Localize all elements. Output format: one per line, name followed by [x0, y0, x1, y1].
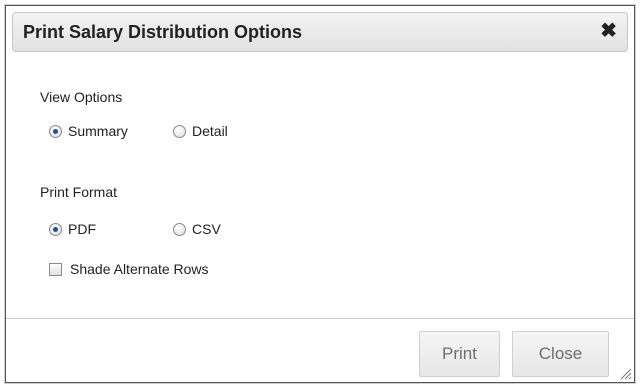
radio-detail-indicator[interactable] — [173, 124, 186, 138]
radio-detail-label: Detail — [192, 123, 228, 139]
close-button[interactable]: Close — [512, 331, 609, 377]
resize-grip-icon[interactable] — [618, 366, 632, 380]
shade-rows-checkbox[interactable]: Shade Alternate Rows — [49, 261, 209, 277]
radio-pdf-indicator[interactable] — [49, 222, 62, 236]
dialog-titlebar: Print Salary Distribution Options ✖ — [12, 12, 628, 52]
radio-pdf-label: PDF — [68, 221, 96, 237]
radio-csv-label: CSV — [192, 221, 221, 237]
radio-pdf[interactable]: PDF — [49, 221, 96, 237]
shade-rows-checkbox-box[interactable] — [49, 262, 62, 276]
radio-summary-label: Summary — [68, 123, 128, 139]
radio-detail[interactable]: Detail — [173, 123, 228, 139]
radio-csv[interactable]: CSV — [173, 221, 221, 237]
radio-csv-indicator[interactable] — [173, 222, 186, 236]
dialog-title: Print Salary Distribution Options — [23, 22, 303, 42]
print-options-dialog: Print Salary Distribution Options ✖ View… — [5, 5, 635, 383]
radio-summary[interactable]: Summary — [49, 123, 128, 139]
print-format-label: Print Format — [40, 184, 118, 200]
view-options-label: View Options — [40, 89, 123, 105]
print-button[interactable]: Print — [419, 331, 500, 377]
close-icon[interactable]: ✖ — [600, 20, 617, 42]
radio-summary-indicator[interactable] — [49, 124, 62, 138]
footer-divider — [6, 318, 634, 319]
shade-rows-label: Shade Alternate Rows — [70, 261, 209, 277]
